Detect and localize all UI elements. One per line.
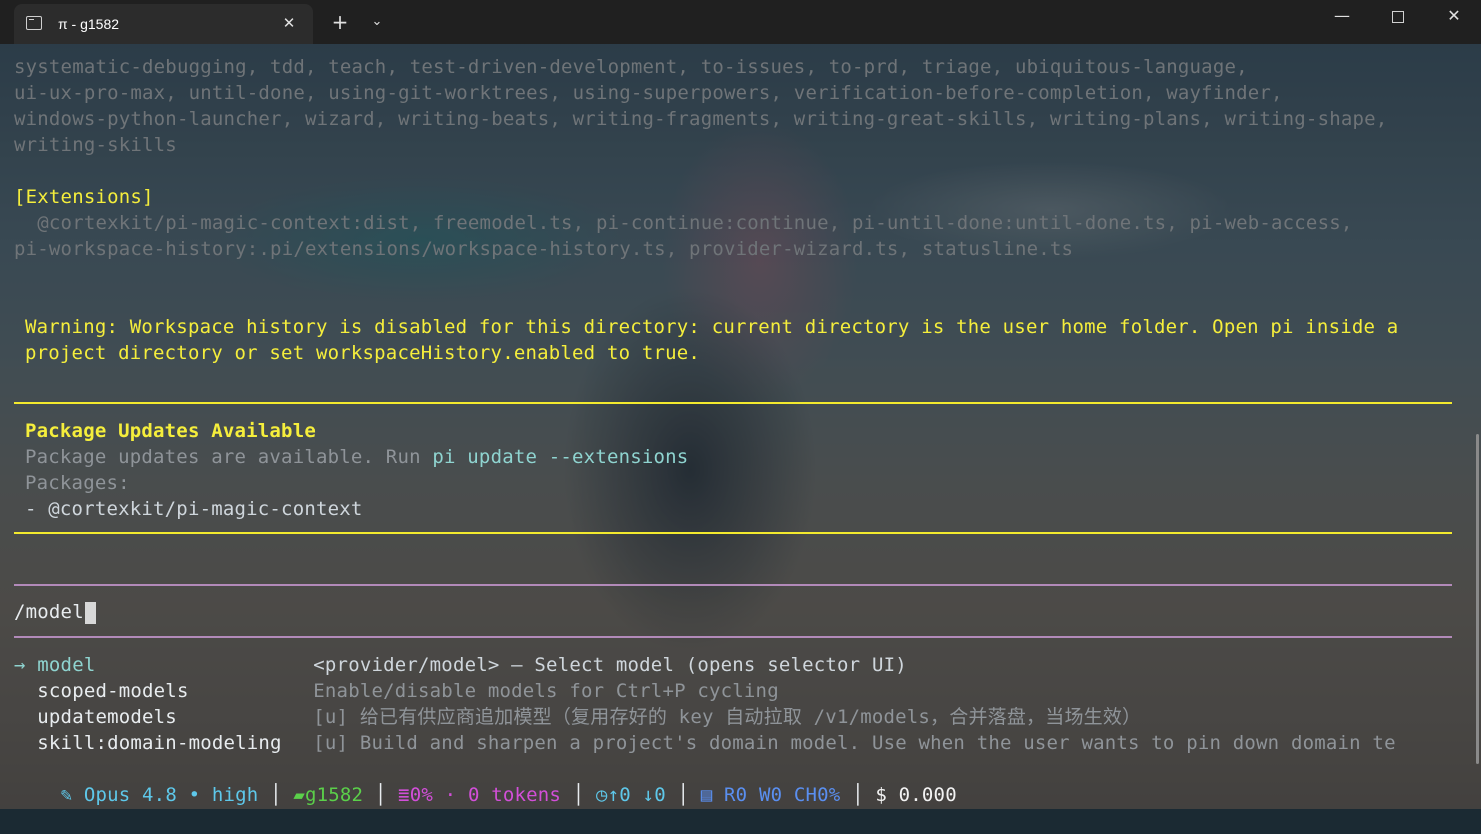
updates-title: Package Updates Available	[25, 420, 316, 442]
command-input[interactable]: /model	[14, 599, 96, 625]
input-top-border	[14, 584, 1452, 586]
extensions-header: [Extensions]	[14, 186, 154, 208]
status-sync: ↑0 ↓0	[607, 784, 666, 806]
new-tab-button[interactable]: +	[328, 10, 352, 34]
status-folder: g1582	[305, 784, 364, 806]
terminal-output[interactable]: systematic-debugging, tdd, teach, test-d…	[0, 44, 1481, 809]
skills-line: systematic-debugging, tdd, teach, test-d…	[14, 56, 1248, 78]
suggestion-item[interactable]: → model <provider/model> — Select model (…	[14, 652, 907, 678]
file-icon: ▤	[700, 784, 713, 806]
skills-line: ui-ux-pro-max, until-done, using-git-wor…	[14, 82, 1283, 104]
suggestion-item[interactable]: updatemodels [u] 给已有供应商追加模型（复用存好的 key 自动拉…	[14, 704, 1141, 730]
folder-icon: ▰	[293, 784, 305, 806]
scrollbar-thumb[interactable]	[1476, 434, 1479, 764]
divider	[14, 402, 1452, 404]
terminal-tab[interactable]: π - g1582 ✕	[14, 4, 313, 44]
suggestion-item[interactable]: skill:domain-modeling [u] Build and sharp…	[14, 730, 1396, 756]
close-window-button[interactable]: ✕	[1442, 4, 1466, 28]
status-cost: $ 0.000	[875, 784, 957, 806]
packages-label: Packages:	[25, 472, 130, 494]
terminal-icon	[26, 16, 42, 30]
warning-line: Warning: Workspace history is disabled f…	[25, 316, 1399, 338]
status-context: 0% · 0 tokens	[409, 784, 562, 806]
skills-line: windows-python-launcher, wizard, writing…	[14, 108, 1388, 130]
title-bar: π - g1582 ✕ + ⌄ — ✕	[0, 0, 1481, 44]
extensions-line: @cortexkit/pi-magic-context:dist, freemo…	[14, 212, 1353, 234]
suggestion-item[interactable]: scoped-models Enable/disable models for C…	[14, 678, 779, 704]
update-command: pi update --extensions	[432, 446, 689, 468]
status-model: Opus 4.8 • high	[83, 784, 259, 806]
status-files: R0 W0 CH0%	[724, 784, 841, 806]
divider	[14, 532, 1452, 534]
warning-line: project directory or set workspaceHistor…	[25, 342, 701, 364]
skills-line: writing-skills	[14, 134, 177, 156]
text-cursor	[84, 601, 96, 624]
package-item: - @cortexkit/pi-magic-context	[25, 498, 363, 520]
updates-message: Package updates are available. Run pi up…	[25, 446, 689, 468]
maximize-icon	[1392, 11, 1404, 23]
status-line: ✎ Opus 4.8 • high │ ▰g1582 │ ≣0% · 0 tok…	[60, 784, 957, 806]
extensions-line: pi-workspace-history:.pi/extensions/work…	[14, 238, 1074, 260]
chevron-down-icon[interactable]: ⌄	[366, 10, 388, 34]
tab-title: π - g1582	[58, 16, 120, 32]
clock-icon: ◷	[596, 784, 608, 806]
database-icon: ≣	[398, 784, 410, 806]
tab-close-icon[interactable]: ✕	[278, 12, 300, 34]
feather-icon: ✎	[60, 784, 73, 806]
maximize-button[interactable]	[1386, 4, 1410, 28]
input-bottom-border	[14, 636, 1452, 638]
minimize-button[interactable]: —	[1330, 4, 1354, 28]
